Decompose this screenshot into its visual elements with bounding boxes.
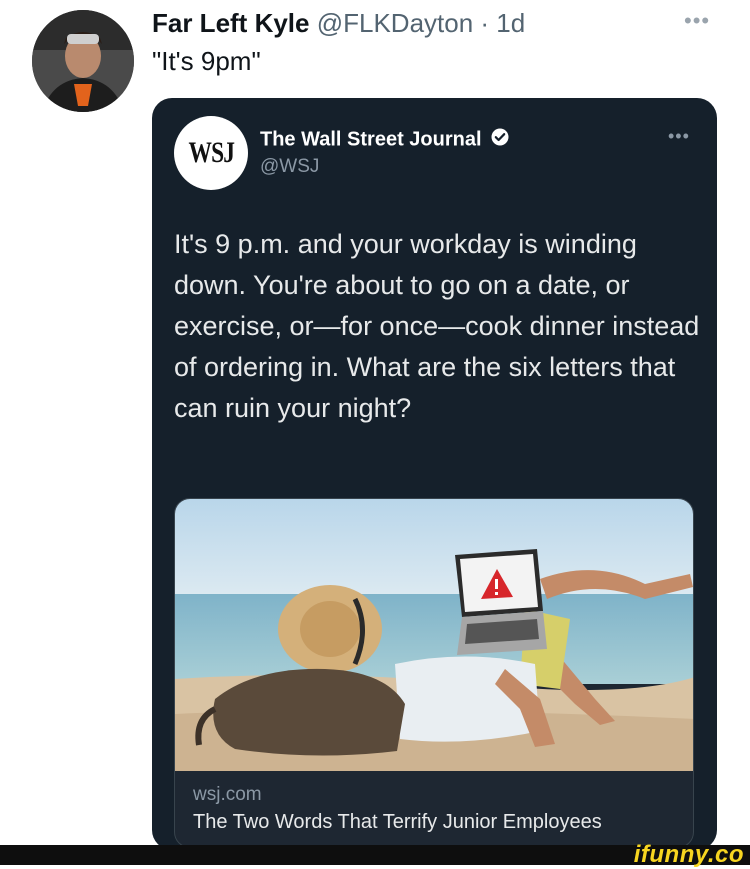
- quoted-tweet-text: It's 9 p.m. and your workday is winding …: [174, 229, 700, 423]
- author-avatar[interactable]: [32, 10, 134, 112]
- link-domain[interactable]: wsj.com: [193, 784, 262, 806]
- quoted-tweet-card[interactable]: WSJ The Wall Street Journal @WSJ ••• It'…: [152, 98, 717, 850]
- quoted-author-handle[interactable]: @WSJ: [260, 156, 319, 178]
- link-title[interactable]: The Two Words That Terrify Junior Employ…: [193, 811, 602, 834]
- watermark-bar: ifunny.co: [0, 841, 750, 868]
- quoted-more-icon[interactable]: •••: [668, 126, 690, 147]
- verified-badge-icon: [491, 128, 509, 152]
- more-icon[interactable]: •••: [684, 8, 710, 34]
- author-display-name[interactable]: Far Left Kyle: [152, 8, 310, 38]
- wsj-avatar[interactable]: WSJ: [174, 116, 248, 190]
- quoted-author-display-name[interactable]: The Wall Street Journal: [260, 128, 482, 150]
- wsj-logo-text: WSJ: [188, 136, 235, 169]
- link-card[interactable]: wsj.com The Two Words That Terrify Junio…: [174, 498, 694, 848]
- quoted-author-name[interactable]: The Wall Street Journal: [260, 128, 509, 152]
- tweet-author[interactable]: Far Left Kyle @FLKDayton · 1d: [152, 8, 525, 39]
- tweet-text: "It's 9pm": [152, 46, 261, 76]
- article-image[interactable]: [175, 499, 694, 771]
- author-handle-time[interactable]: @FLKDayton · 1d: [317, 8, 525, 38]
